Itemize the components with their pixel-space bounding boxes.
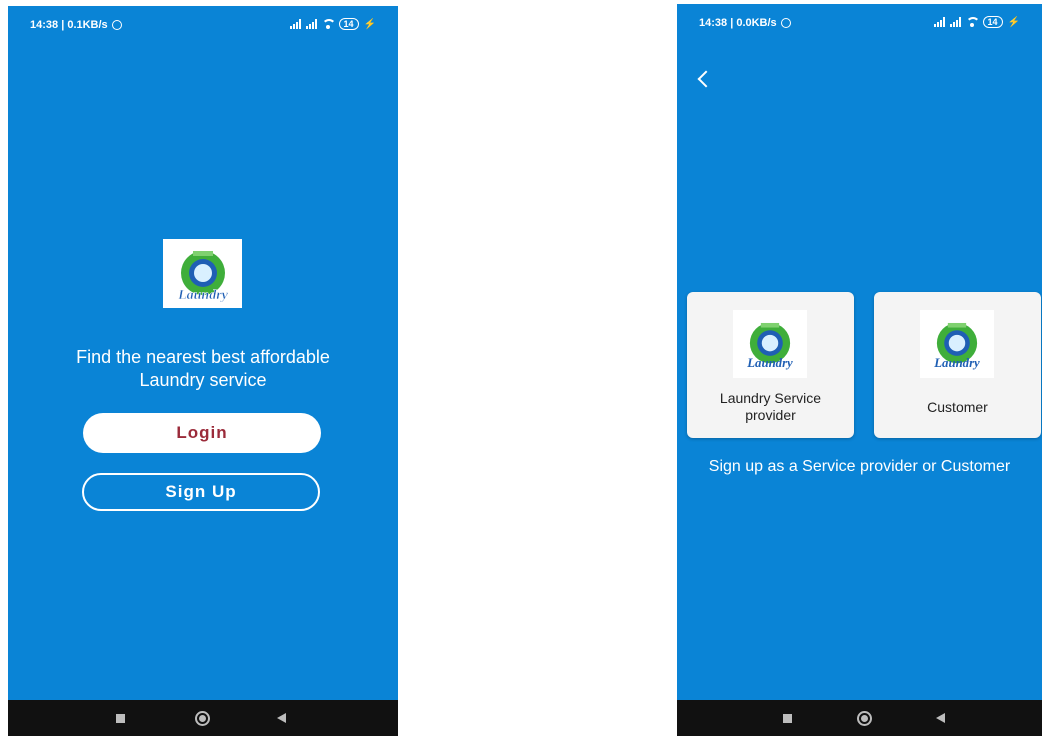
signal-icon xyxy=(305,19,317,29)
signup-type-screen: 14:38 | 0.0KB/s 14 ⚡ Laundry Laundry Ser… xyxy=(677,4,1042,736)
back-button[interactable] xyxy=(920,700,960,736)
laundry-logo-icon: Laundry xyxy=(746,322,793,370)
tagline-line-2: Laundry service xyxy=(139,370,267,390)
recents-square-icon xyxy=(782,713,792,723)
back-button[interactable] xyxy=(261,700,301,736)
charging-icon: ⚡ xyxy=(1007,16,1020,28)
login-screen: 14:38 | 0.1KB/s 14 ⚡ Laundry Find the ne… xyxy=(8,6,398,736)
wifi-icon xyxy=(321,19,336,29)
signal-icon xyxy=(949,17,961,27)
service-provider-card[interactable]: Laundry Laundry Service provider xyxy=(687,292,854,438)
laundry-logo-icon: Laundry xyxy=(933,322,980,370)
wifi-icon xyxy=(965,17,980,27)
login-button[interactable]: Login xyxy=(83,413,321,453)
back-triangle-icon xyxy=(935,713,945,723)
tagline: Find the nearest best affordable Laundry… xyxy=(8,346,398,392)
home-button[interactable] xyxy=(182,700,222,736)
card-label-line-2: provider xyxy=(745,407,796,423)
svg-text:Laundry: Laundry xyxy=(746,356,793,370)
status-time: 14:38 | 0.0KB/s xyxy=(699,17,791,29)
navigation-bar xyxy=(8,700,398,736)
card-logo: Laundry xyxy=(733,310,807,378)
alarm-icon xyxy=(111,20,122,30)
card-label: Customer xyxy=(927,399,988,415)
card-label: Laundry Service provider xyxy=(687,390,854,424)
svg-text:Laundry: Laundry xyxy=(933,356,980,370)
battery-icon: 14 xyxy=(338,18,359,30)
charging-icon: ⚡ xyxy=(363,18,376,30)
app-logo: Laundry xyxy=(163,239,242,308)
laundry-logo-icon: Laundry xyxy=(176,250,229,303)
signup-button[interactable]: Sign Up xyxy=(82,473,320,511)
status-icons: 14 ⚡ xyxy=(933,16,1020,28)
back-arrow-icon[interactable] xyxy=(695,68,713,92)
card-label-line-1: Laundry Service xyxy=(719,390,822,406)
status-icons: 14 ⚡ xyxy=(289,18,376,30)
home-circle-icon xyxy=(194,710,210,726)
signal-icon xyxy=(933,17,945,27)
status-bar: 14:38 | 0.1KB/s 14 ⚡ xyxy=(8,6,398,46)
home-button[interactable] xyxy=(844,700,884,736)
status-bar: 14:38 | 0.0KB/s 14 ⚡ xyxy=(677,4,1042,44)
customer-card[interactable]: Laundry Customer xyxy=(874,292,1041,438)
back-triangle-icon xyxy=(276,713,286,723)
status-time: 14:38 | 0.1KB/s xyxy=(30,19,122,31)
recents-button[interactable] xyxy=(100,700,140,736)
recents-button[interactable] xyxy=(767,700,807,736)
home-circle-icon xyxy=(856,710,872,726)
battery-icon: 14 xyxy=(982,16,1003,28)
svg-text:Laundry: Laundry xyxy=(177,288,229,303)
card-logo: Laundry xyxy=(920,310,994,378)
navigation-bar xyxy=(677,700,1042,736)
signal-icon xyxy=(289,19,301,29)
tagline-line-1: Find the nearest best affordable xyxy=(76,347,330,367)
alarm-icon xyxy=(780,18,791,28)
recents-square-icon xyxy=(115,713,125,723)
signup-hint: Sign up as a Service provider or Custome… xyxy=(708,458,1011,475)
